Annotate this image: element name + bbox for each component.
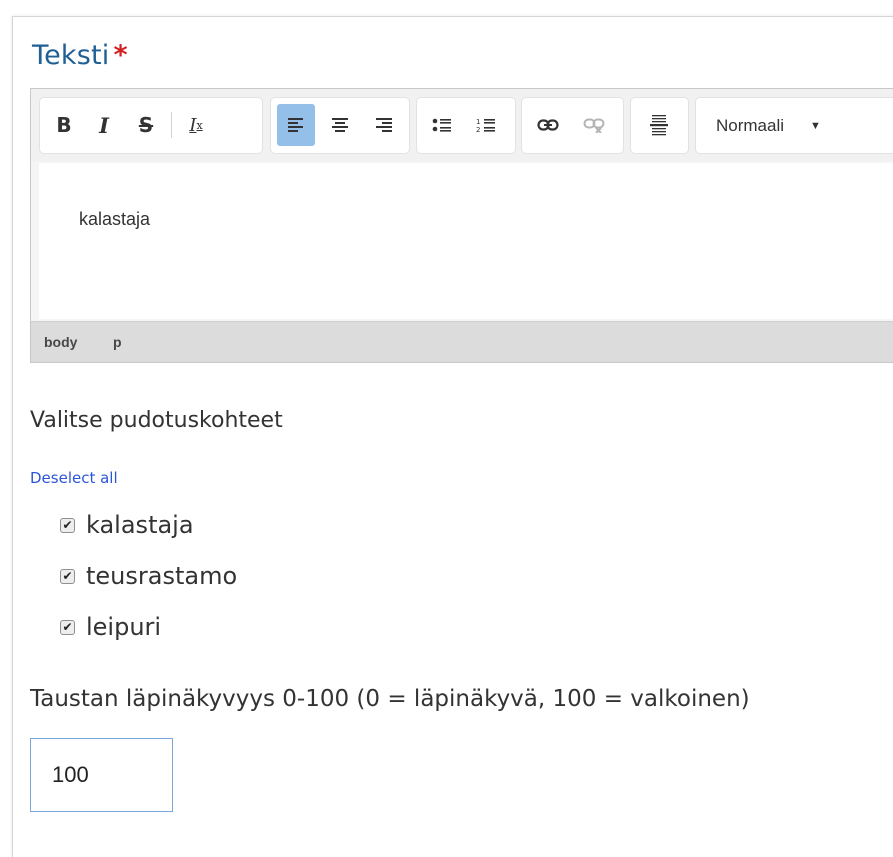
format-select[interactable]: Normaali ▼ [716, 98, 821, 153]
bulleted-list-button[interactable] [423, 104, 461, 146]
deselect-all-link[interactable]: Deselect all [30, 469, 118, 487]
editor-toolbar: B I S Ix 12 Normaali ▼ [31, 89, 893, 161]
path-item-body[interactable]: body [44, 334, 77, 350]
chevron-down-icon: ▼ [810, 119, 821, 132]
check-icon: ✔ [62, 620, 73, 634]
horizontal-rule-button[interactable] [640, 104, 678, 146]
link-button[interactable] [529, 104, 567, 146]
editor-content-text: kalastaja [79, 209, 151, 229]
strikethrough-button[interactable]: S [127, 104, 165, 146]
checkbox-item-leipuri[interactable]: ✔ leipuri [60, 610, 161, 644]
check-icon: ✔ [62, 518, 73, 532]
element-path-bar: body p [31, 321, 893, 362]
toolbar-group-links [522, 98, 623, 153]
align-center-button[interactable] [321, 104, 359, 146]
align-left-button[interactable] [277, 104, 315, 146]
align-right-icon [376, 118, 392, 132]
toolbar-group-basic-styles: B I S Ix [40, 98, 262, 153]
italic-button[interactable]: I [85, 104, 123, 146]
numbered-list-icon: 12 [476, 118, 495, 133]
format-select-value: Normaali [716, 115, 785, 135]
checkbox-label: kalastaja [86, 511, 194, 539]
link-icon [537, 119, 559, 131]
bold-button[interactable]: B [45, 104, 83, 146]
toolbar-separator [171, 112, 172, 138]
horizontal-rule-icon [650, 115, 668, 136]
unlink-button[interactable] [575, 104, 613, 146]
required-mark: * [113, 40, 128, 71]
opacity-label: Taustan läpinäkyvyys 0-100 (0 = läpinäky… [30, 686, 750, 712]
numbered-list-button[interactable]: 12 [467, 104, 505, 146]
checkbox[interactable]: ✔ [60, 619, 75, 635]
remove-format-button[interactable]: Ix [177, 104, 215, 146]
bulleted-list-icon [432, 118, 451, 132]
checkbox-label: teusrastamo [86, 562, 238, 590]
toolbar-group-insert [631, 98, 688, 153]
align-right-button[interactable] [365, 104, 403, 146]
align-center-icon [332, 118, 348, 132]
rich-text-editor: B I S Ix 12 Normaali ▼ kalastaja body p [30, 88, 893, 363]
checkbox[interactable]: ✔ [60, 568, 75, 584]
checkbox[interactable]: ✔ [60, 517, 75, 533]
field-title: Teksti * [32, 40, 128, 71]
editor-content-area[interactable]: kalastaja [39, 163, 893, 319]
svg-text:2: 2 [476, 126, 480, 133]
align-left-icon [288, 118, 303, 132]
remove-format-icon: I [189, 114, 197, 136]
path-item-p[interactable]: p [113, 334, 122, 350]
toolbar-group-lists: 12 [417, 98, 515, 153]
svg-text:1: 1 [476, 118, 480, 126]
checkbox-item-kalastaja[interactable]: ✔ kalastaja [60, 508, 194, 542]
check-icon: ✔ [62, 569, 73, 583]
checkbox-item-teusrastamo[interactable]: ✔ teusrastamo [60, 559, 237, 593]
checkbox-label: leipuri [86, 613, 162, 641]
opacity-input[interactable] [30, 738, 173, 812]
unlink-icon [583, 118, 605, 133]
remove-format-sub: x [196, 118, 203, 132]
field-title-text: Teksti [32, 40, 110, 71]
format-dropdown[interactable]: Normaali ▼ [696, 98, 893, 153]
toolbar-group-align [271, 98, 409, 153]
drop-targets-title: Valitse pudotuskohteet [30, 408, 283, 433]
